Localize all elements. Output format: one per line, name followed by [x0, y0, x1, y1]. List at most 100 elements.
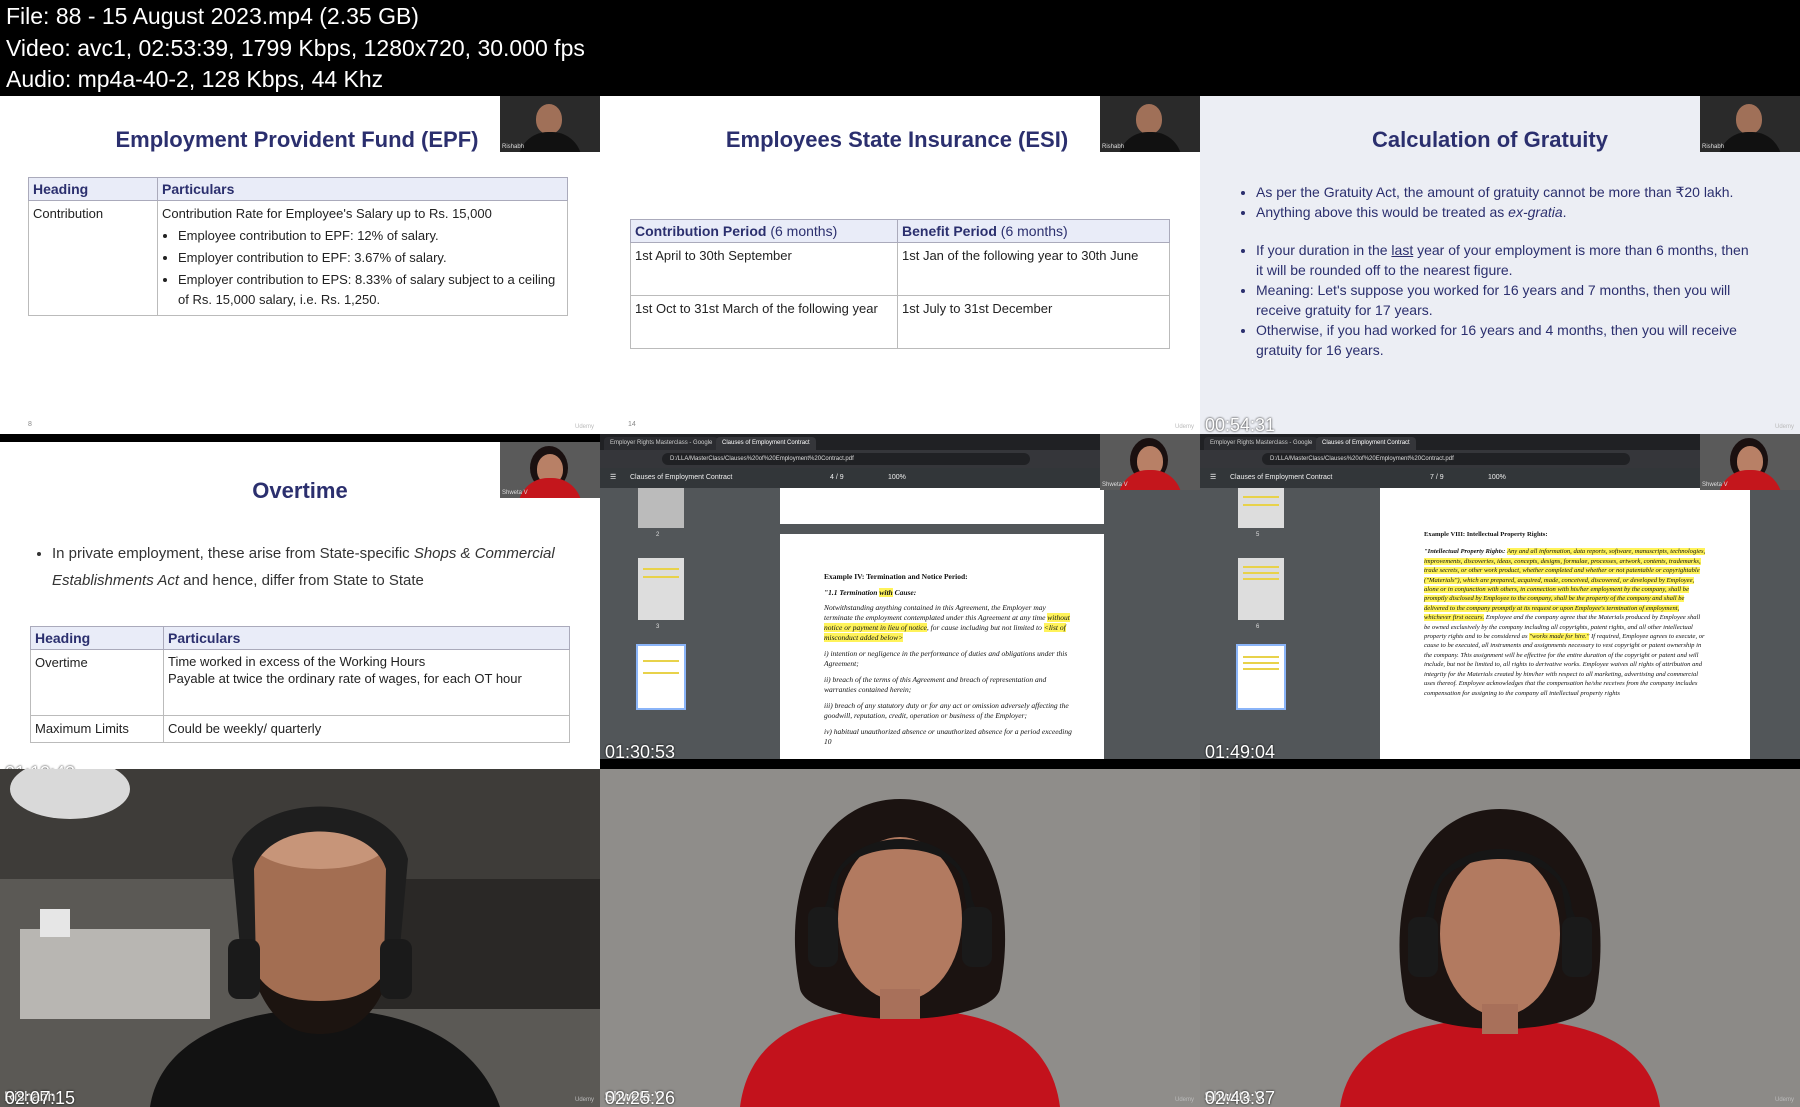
highlight-mark — [1243, 496, 1279, 498]
pdf-text: Example IV: Termination and Notice Perio… — [824, 572, 1074, 747]
thumbnail-label: 2 — [656, 532, 660, 538]
doc-heading: Example IV: Termination and Notice Perio… — [824, 572, 968, 581]
pdf-text: Example VIII: Intellectual Property Righ… — [1424, 530, 1706, 698]
text-run: . — [1562, 204, 1567, 220]
table-cell: Maximum Limits — [30, 715, 164, 743]
webcam-frame-woman — [1200, 769, 1800, 1107]
presenter-head — [536, 104, 562, 134]
table-cell: Contribution — [28, 200, 158, 316]
thumbnail-epf-slide: Employment Provident Fund (EPF) Rishabh … — [0, 96, 600, 434]
overtime-table: Heading Particulars Overtime Time worked… — [30, 626, 570, 743]
video-info-line: Video: avc1, 02:53:39, 1799 Kbps, 1280x7… — [6, 35, 585, 61]
browser-tab[interactable]: Employer Rights Masterclass - Google — [1204, 437, 1319, 450]
udemy-watermark: Udemy — [1174, 1097, 1194, 1103]
menu-icon[interactable]: ☰ — [1210, 473, 1216, 481]
pdf-page-thumbnail[interactable] — [1238, 558, 1284, 620]
column-header: Contribution Period (6 months) — [630, 219, 898, 243]
column-header-bold: Contribution Period — [635, 223, 767, 239]
webcam-label: Shweta V — [502, 490, 528, 496]
webcam-frame-man — [0, 769, 600, 1107]
slide-page-number: 14 — [628, 421, 636, 428]
highlight-mark — [1243, 504, 1279, 506]
doc-paragraph: ii) breach of the terms of this Agreemen… — [824, 675, 1047, 694]
thumbnail-pdf-ip-rights: Employer Rights Masterclass - Google Cla… — [1200, 434, 1800, 759]
text-run: Anything above this would be treated as — [1256, 204, 1509, 220]
url-field[interactable]: D:/LLA/MasterClass/Clauses%20of%20Employ… — [1262, 453, 1630, 465]
webcam-label: Shweta V — [1702, 482, 1728, 488]
page-indicator[interactable]: 4 / 9 — [830, 474, 844, 481]
udemy-watermark: Udemy — [574, 1097, 594, 1103]
cell-line: Time worked in excess of the Working Hou… — [168, 654, 426, 669]
column-header-rest: (6 months) — [766, 223, 838, 239]
gratuity-content: As per the Gratuity Act, the amount of g… — [1238, 182, 1758, 378]
table-header-row: Heading Particulars — [30, 626, 570, 650]
webcam-label: Rishabh — [502, 144, 525, 150]
underlined-text: last — [1391, 242, 1414, 258]
timestamp: 01:49:04 — [1205, 742, 1276, 759]
cell-line: Payable at twice the ordinary rate of wa… — [168, 671, 522, 686]
highlighted-text: "works made for hire." — [1529, 633, 1590, 641]
thumbnail-esi-slide: Employees State Insurance (ESI) Rishabh … — [600, 96, 1200, 434]
pdf-page-thumbnail[interactable] — [638, 558, 684, 620]
highlight-mark — [643, 568, 679, 570]
text-run: , for cause including but not limited to — [926, 623, 1044, 632]
highlight-mark — [643, 576, 679, 578]
menu-icon[interactable]: ☰ — [610, 473, 616, 481]
browser-tab-active[interactable]: Clauses of Employment Contract — [716, 437, 816, 450]
epf-table: Heading Particulars Contribution Contrib… — [28, 177, 568, 316]
table-row: Maximum Limits Could be weekly/ quarterl… — [30, 715, 570, 743]
browser-tab[interactable]: Employer Rights Masterclass - Google — [604, 437, 719, 450]
audio-info-line: Audio: mp4a-40-2, 128 Kbps, 44 Khz — [6, 66, 384, 92]
presenter-webcam: Shweta V — [1700, 434, 1800, 490]
list-item: Meaning: Let's suppose you worked for 16… — [1256, 280, 1758, 320]
thumbnail-label: 3 — [656, 624, 660, 630]
list-item: Employer contribution to EPS: 8.33% of s… — [178, 270, 563, 310]
text-run: Cause: — [892, 588, 917, 597]
page-indicator[interactable]: 7 / 9 — [1430, 474, 1444, 481]
list-item: Otherwise, if you had worked for 16 year… — [1256, 320, 1758, 360]
udemy-watermark: Udemy — [1174, 424, 1194, 430]
highlight-mark — [1243, 662, 1279, 664]
text-run: If required, Employee agrees to execute,… — [1424, 633, 1705, 697]
webcam-label: Rishabh — [1102, 144, 1125, 150]
column-header: Heading — [30, 626, 164, 650]
gratuity-list: As per the Gratuity Act, the amount of g… — [1238, 182, 1758, 222]
udemy-watermark: Udemy — [1774, 424, 1794, 430]
presenter-head — [1736, 104, 1762, 134]
udemy-watermark: Udemy — [574, 424, 594, 430]
highlighted-text: with — [879, 588, 893, 597]
pdf-page-thumbnail[interactable] — [1238, 488, 1284, 528]
browser-tab-active[interactable]: Clauses of Employment Contract — [1316, 437, 1416, 450]
presenter-webcam: Rishabh — [1100, 96, 1200, 152]
list-item: Employee contribution to EPF: 12% of sal… — [178, 226, 563, 246]
presenter-body — [1718, 132, 1782, 152]
contribution-list: Employee contribution to EPF: 12% of sal… — [162, 226, 563, 310]
webcam-frame-woman — [600, 769, 1200, 1107]
zoom-level[interactable]: 100% — [888, 474, 906, 481]
pdf-page-thumbnail-selected[interactable] — [636, 644, 686, 710]
url-field[interactable]: D:/LLA/MasterClass/Clauses%20of%20Employ… — [662, 453, 1030, 465]
column-header-rest: (6 months) — [996, 223, 1068, 239]
timestamp: 02:07:15 — [5, 1088, 76, 1107]
zoom-level[interactable]: 100% — [1488, 474, 1506, 481]
highlighted-text: Any and all information, data reports, s… — [1424, 548, 1706, 622]
table-row: 1st April to 30th September 1st Jan of t… — [630, 242, 1170, 296]
table-header-row: Heading Particulars — [28, 177, 568, 201]
overtime-intro-list: In private employment, these arise from … — [36, 538, 572, 596]
highlight-mark — [1243, 566, 1279, 568]
table-cell: 1st Oct to 31st March of the following y… — [630, 295, 898, 349]
column-header: Benefit Period (6 months) — [897, 219, 1170, 243]
doc-paragraph: i) intention or negligence in the perfor… — [824, 649, 1068, 668]
webcam-label: Rishabh — [1702, 144, 1725, 150]
doc-paragraph: iii) breach of any statutory duty or for… — [824, 701, 1069, 720]
list-item: Anything above this would be treated as … — [1256, 202, 1758, 222]
doc-heading: Example VIII: Intellectual Property Righ… — [1424, 531, 1548, 538]
pdf-page-thumbnail-selected[interactable] — [1236, 644, 1286, 710]
thumbnail-label: 6 — [1256, 624, 1260, 630]
column-header-bold: Benefit Period — [902, 223, 997, 239]
table-row: Contribution Contribution Rate for Emplo… — [28, 200, 568, 316]
pdf-page-thumbnail[interactable] — [638, 488, 684, 528]
table-cell: 1st April to 30th September — [630, 242, 898, 296]
column-header: Particulars — [163, 626, 570, 650]
list-item: In private employment, these arise from … — [52, 540, 572, 594]
